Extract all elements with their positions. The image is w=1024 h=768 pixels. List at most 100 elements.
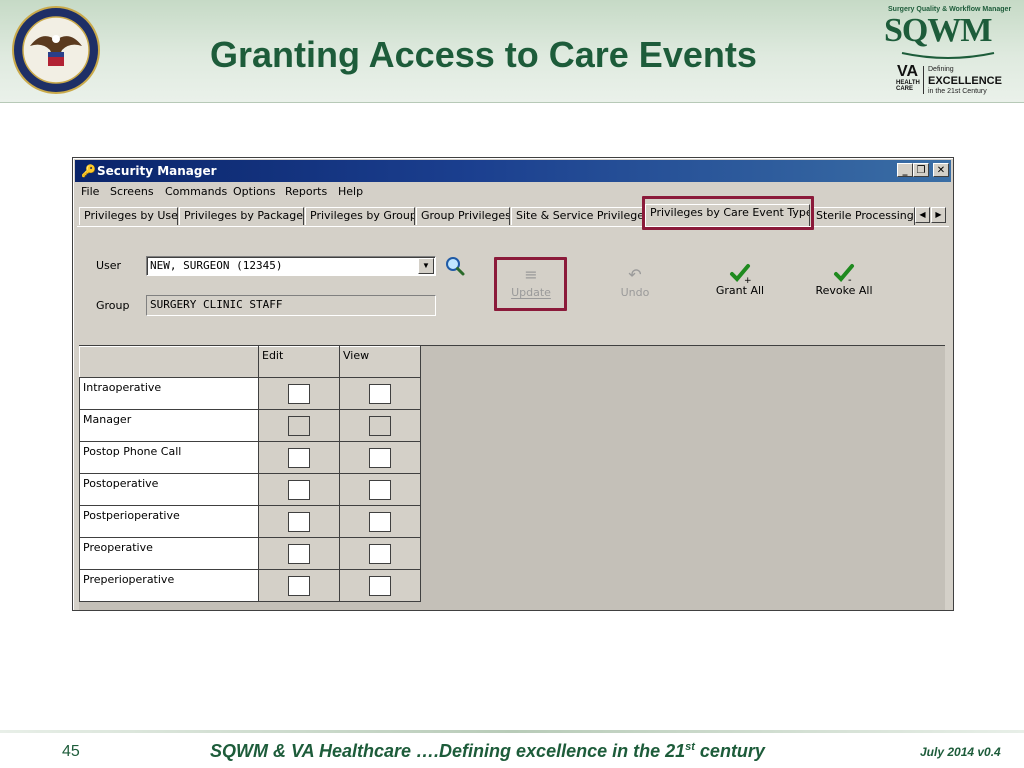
view-cell — [339, 441, 421, 474]
logo-name: SQWM — [884, 12, 992, 49]
corner-header-cell — [79, 346, 259, 378]
row-label-postop-phone-call: Postop Phone Call — [79, 441, 259, 474]
table-row: Manager — [79, 409, 421, 442]
logo-va-sub: HEALTH CARE — [896, 80, 920, 92]
update-label: Update — [511, 286, 551, 299]
view-cell — [339, 473, 421, 506]
tab-group-privileges[interactable]: Group Privileges — [416, 207, 510, 225]
edit-cell — [258, 377, 340, 410]
tab-privileges-by-package[interactable]: Privileges by Package — [179, 207, 304, 225]
tab-privileges-by-care-event-type[interactable]: Privileges by Care Event Type — [645, 204, 810, 226]
logo-swoosh-icon — [901, 52, 995, 59]
edit-cell — [258, 409, 340, 442]
va-department-seal-icon — [12, 6, 100, 94]
care-event-privileges-grid: Edit View Intraoperative Manager Postop … — [79, 345, 945, 610]
view-cell — [339, 569, 421, 602]
footer-tagline-end: century — [694, 741, 765, 761]
window-titlebar[interactable]: 🔑 Security Manager _ ❐ ✕ — [75, 160, 951, 182]
tab-privileges-by-user[interactable]: Privileges by User — [79, 207, 178, 225]
view-checkbox[interactable] — [369, 383, 391, 404]
group-field: SURGERY CLINIC STAFF — [146, 295, 436, 316]
tab-strip: Privileges by User Privileges by Package… — [77, 204, 949, 227]
table-row: Preperioperative — [79, 569, 421, 602]
grant-all-check-plus-icon: + — [708, 262, 772, 286]
column-header-edit[interactable]: Edit — [258, 346, 340, 378]
view-checkbox-disabled — [369, 415, 391, 436]
logo-va: VA — [897, 63, 919, 80]
edit-cell — [258, 505, 340, 538]
view-cell — [339, 537, 421, 570]
sqwm-logo: Surgery Quality & Workflow Manager SQWM … — [884, 4, 1011, 98]
minimize-button[interactable]: _ — [897, 163, 913, 177]
menu-help[interactable]: Help — [338, 185, 363, 199]
tab-scroll-left-button[interactable]: ◀ — [915, 207, 930, 223]
table-row: Postoperative — [79, 473, 421, 506]
undo-icon: ↶ — [628, 265, 642, 284]
table-header-row: Edit View — [79, 346, 421, 378]
edit-checkbox[interactable] — [288, 543, 310, 564]
user-select-value: NEW, SURGEON (12345) — [150, 259, 283, 272]
edit-checkbox[interactable] — [288, 383, 310, 404]
view-cell — [339, 505, 421, 538]
slide-header: Granting Access to Care Events Surgery Q… — [0, 0, 1024, 103]
window-title: Security Manager — [97, 164, 217, 178]
logo-century: in the 21st Century — [928, 88, 987, 95]
grant-all-button[interactable]: + Grant All — [708, 262, 772, 298]
edit-cell — [258, 537, 340, 570]
row-label-manager: Manager — [79, 409, 259, 442]
menu-commands[interactable]: Commands — [165, 185, 227, 199]
row-label-postoperative: Postoperative — [79, 473, 259, 506]
logo-defining: Defining — [928, 66, 954, 73]
table-row: Intraoperative — [79, 377, 421, 410]
edit-checkbox[interactable] — [288, 479, 310, 500]
view-checkbox[interactable] — [369, 511, 391, 532]
table-row: Postperioperative — [79, 505, 421, 538]
view-checkbox[interactable] — [369, 447, 391, 468]
footer-divider — [0, 730, 1024, 733]
table-row: Postop Phone Call — [79, 441, 421, 474]
footer-tagline: SQWM & VA Healthcare ….Defining excellen… — [210, 741, 765, 762]
view-cell — [339, 377, 421, 410]
svg-text:+: + — [744, 276, 751, 284]
search-icon[interactable] — [444, 255, 466, 277]
menu-options[interactable]: Options — [233, 185, 275, 199]
revoke-all-label: Revoke All — [815, 284, 873, 297]
page-number: 45 — [62, 743, 80, 760]
key-icon: 🔑 — [81, 164, 96, 178]
footer-tagline-sup: st — [685, 741, 695, 753]
view-cell — [339, 409, 421, 442]
close-button[interactable]: ✕ — [933, 163, 949, 177]
restore-button[interactable]: ❐ — [913, 163, 929, 177]
tab-privileges-by-group[interactable]: Privileges by Group — [305, 207, 415, 225]
update-button[interactable]: ≡ Update — [502, 264, 560, 300]
menu-reports[interactable]: Reports — [285, 185, 327, 199]
menu-screens[interactable]: Screens — [110, 185, 154, 199]
tab-scroll-right-button[interactable]: ▶ — [931, 207, 946, 223]
chevron-down-icon[interactable]: ▼ — [418, 258, 434, 274]
edit-cell — [258, 569, 340, 602]
tab-site-service-privileges[interactable]: Site & Service Privileges — [511, 207, 644, 225]
view-checkbox[interactable] — [369, 543, 391, 564]
grant-all-label: Grant All — [715, 284, 765, 297]
revoke-all-button[interactable]: - Revoke All — [810, 262, 878, 298]
footer-tagline-main: SQWM & VA Healthcare ….Defining excellen… — [210, 741, 686, 761]
table-row: Preoperative — [79, 537, 421, 570]
menu-bar: File Screens Commands Options Reports He… — [75, 183, 951, 201]
edit-checkbox[interactable] — [288, 447, 310, 468]
view-checkbox[interactable] — [369, 479, 391, 500]
edit-checkbox[interactable] — [288, 575, 310, 596]
row-label-preoperative: Preoperative — [79, 537, 259, 570]
undo-button[interactable]: ↶ Undo — [606, 264, 664, 300]
edit-checkbox[interactable] — [288, 511, 310, 532]
footer-date: July 2014 v0.4 — [920, 745, 1001, 759]
slide-title: Granting Access to Care Events — [210, 34, 757, 75]
edit-checkbox-disabled — [288, 415, 310, 436]
user-select[interactable]: NEW, SURGEON (12345) ▼ — [146, 256, 436, 276]
row-label-intraoperative: Intraoperative — [79, 377, 259, 410]
column-header-view[interactable]: View — [339, 346, 421, 378]
menu-file[interactable]: File — [81, 185, 99, 199]
logo-divider — [923, 66, 924, 94]
tab-sterile-processing[interactable]: Sterile Processing M — [811, 207, 915, 225]
svg-text:-: - — [848, 275, 852, 284]
view-checkbox[interactable] — [369, 575, 391, 596]
